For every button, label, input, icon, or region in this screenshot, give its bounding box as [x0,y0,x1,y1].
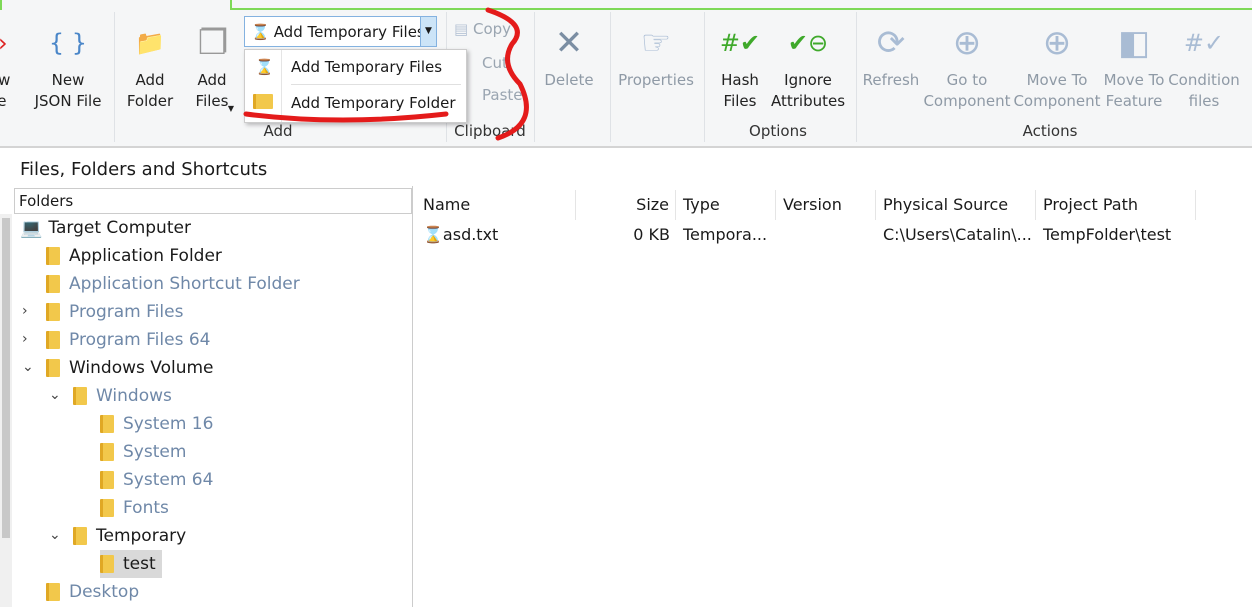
section-title: Files, Folders and Shortcuts [20,159,268,180]
folder-icon [46,275,60,293]
group-label-options: Options [749,122,807,140]
folder-icon [46,247,60,265]
go-to-component-button[interactable]: ⊕ Go to Component [922,18,1012,112]
column-header[interactable]: Version [776,190,876,220]
table-cell[interactable]: C:\Users\Catalin\... [876,222,1036,248]
folder-icon [46,303,60,321]
tree-item[interactable]: Program Files 64 [46,326,210,354]
tree-item[interactable]: Windows [73,382,172,410]
column-header[interactable]: Name [416,190,576,220]
scrollbar[interactable] [0,214,12,607]
tree-item[interactable]: System 16 [100,410,213,438]
tree-item[interactable]: System [100,438,186,466]
folder-icon [46,331,60,349]
column-header[interactable]: Size [576,190,676,220]
folder-icon [100,555,114,573]
delete-x-icon: ✕ [554,22,584,63]
table-cell[interactable]: Tempora... [676,222,776,248]
refresh-icon: ⟳ [876,22,906,63]
folder-icon [73,527,87,545]
move-to-feature-button[interactable]: ◧ Move To Feature [1100,18,1168,112]
folder-icon [100,415,114,433]
html-file-icon: ‹/› [0,18,17,68]
hash-check-icon: #✔ [719,28,761,57]
table-cell[interactable]: TempFolder\test [1036,222,1196,248]
tree-item[interactable]: Application Folder [46,242,222,270]
chevron-right-icon[interactable]: › [22,303,28,319]
condition-files-button[interactable]: #✓ Condition files [1166,18,1242,112]
chevron-right-icon[interactable]: › [22,331,28,347]
json-file-icon: { } [48,28,88,57]
table-cell[interactable]: 0 KB [576,222,676,248]
folder-icon [73,387,87,405]
html-file-button[interactable]: ‹/›New File [0,18,18,112]
chevron-down-icon[interactable]: ⌄ [49,527,61,543]
folder-icon [100,443,114,461]
chevron-down-icon[interactable]: ⌄ [22,359,34,375]
tree-item[interactable]: Temporary [73,522,186,550]
tree-item[interactable]: 💻 Target Computer [20,214,191,242]
hash-check-button[interactable]: #✔ Hash Files [710,18,770,112]
properties-button[interactable]: ☞ Properties [614,18,698,91]
computer-icon: 💻 [20,217,43,239]
folder-icon [46,583,60,601]
tree-item[interactable]: Application Shortcut Folder [46,270,300,298]
chevron-down-icon: ▼ [227,104,234,113]
chevron-down-icon[interactable]: ⌄ [49,387,61,403]
folder-icon [100,471,114,489]
folders-header: Folders [14,188,412,214]
properties-icon: ☞ [640,22,672,63]
add-files-icon: ❐ [197,22,229,63]
tree-item[interactable]: System 64 [100,466,213,494]
condition-files-icon: #✓ [1183,28,1225,57]
tree-item[interactable]: Windows Volume [46,354,214,382]
add-folder-icon: 📁 [135,28,165,57]
red-annotation-scribble [243,7,529,141]
go-to-component-icon: ⊕ [952,22,982,63]
group-label-actions: Actions [1022,122,1078,140]
temporary-file-icon: ⌛ [423,225,443,244]
ignore-attributes-button[interactable]: ✔⊖ Ignore Attributes [770,18,846,112]
column-header[interactable]: Type [676,190,776,220]
tree-item[interactable]: Desktop [46,578,139,606]
tree-item[interactable]: Program Files [46,298,183,326]
tree-item[interactable]: test [100,550,162,578]
move-to-feature-icon: ◧ [1117,22,1151,63]
column-header[interactable]: Project Path [1036,190,1196,220]
refresh-button[interactable]: ⟳ Refresh [862,18,920,91]
add-folder-button[interactable]: 📁 Add Folder [126,18,174,112]
ignore-attributes-icon: ✔⊖ [787,28,829,57]
table-cell[interactable] [776,222,876,248]
move-to-component-icon: ⊕ [1042,22,1072,63]
folder-icon [46,359,60,377]
tree-item[interactable]: Fonts [100,494,169,522]
move-to-component-button[interactable]: ⊕ Move To Component [1012,18,1102,112]
column-header[interactable]: Physical Source [876,190,1036,220]
table-cell[interactable]: ⌛asd.txt [416,222,576,248]
delete-x-button[interactable]: ✕ Delete [540,18,598,91]
json-file-button[interactable]: { } New JSON File [32,18,104,112]
folder-icon [100,499,114,517]
add-files-button[interactable]: ❐ Add Files ▼ [190,18,234,114]
